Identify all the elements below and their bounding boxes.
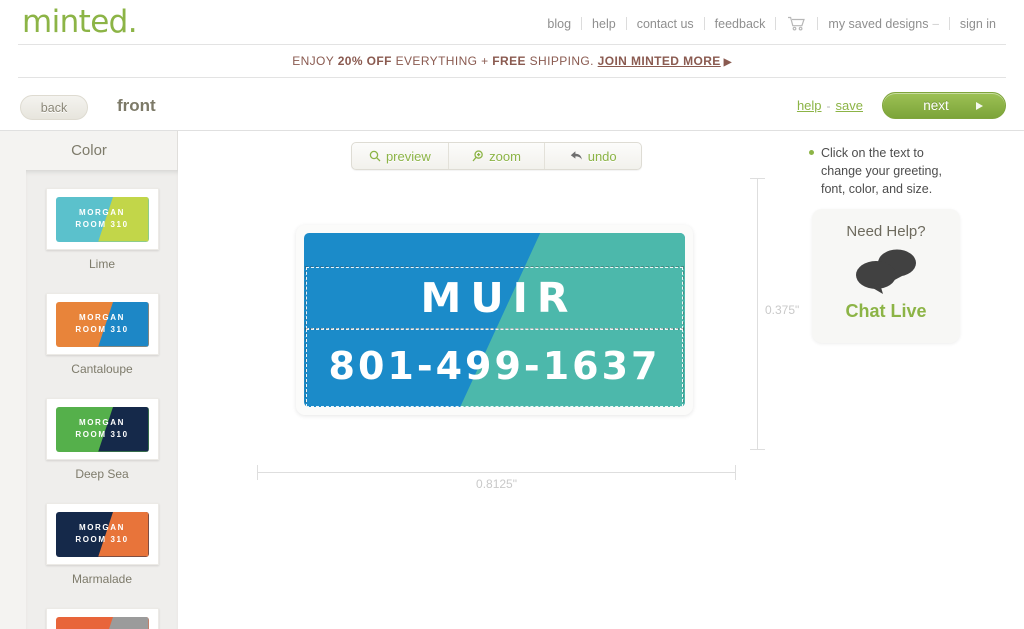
card-phone-text: 801-499-1637	[328, 344, 661, 388]
color-swatch-cantaloupe[interactable]: MORGAN ROOM 310 Cantaloupe	[26, 271, 178, 376]
my-saved-designs-label: my saved designs	[828, 16, 929, 31]
preview-button[interactable]: preview	[352, 143, 449, 169]
swatch-sample-text: MORGAN ROOM 310	[56, 302, 149, 347]
swatch-thumbnail[interactable]: MORGAN ROOM 310	[45, 188, 159, 250]
height-dimension-line	[750, 178, 765, 450]
editor-toolbar: back front help - save next	[0, 78, 1024, 130]
card-name-textbox[interactable]: MUIR	[305, 266, 684, 330]
swatch-sample-line-2: ROOM 310	[75, 220, 129, 229]
swatch-name-label: Marmalade	[71, 572, 133, 586]
undo-arrow-icon	[570, 150, 583, 162]
promo-prefix: ENJOY	[292, 54, 338, 68]
hint-text-3: font, color, and size.	[821, 182, 933, 196]
swatch-sample-line-2: ROOM 310	[75, 430, 129, 439]
current-side-label: front	[117, 96, 156, 115]
undo-label: undo	[587, 148, 617, 164]
swatch-sample-text: MORGAN ROOM 310	[56, 407, 149, 452]
arrow-right-icon	[976, 101, 983, 110]
top-bar: minted. blog help contact us feedback my…	[0, 0, 1024, 45]
height-dimension-label: 0.375"	[765, 303, 800, 317]
swatch-sample-line-2: ROOM 310	[75, 325, 129, 334]
hint-line: Click on the text to	[809, 144, 1009, 162]
promo-suffix: SHIPPING.	[525, 54, 598, 68]
promo-text: ENJOY 20% OFF EVERYTHING + FREE SHIPPING…	[292, 54, 732, 68]
need-help-title: Need Help?	[846, 223, 926, 240]
nav-link-sign-in[interactable]: sign in	[950, 17, 1006, 31]
preview-label: preview	[385, 148, 431, 164]
swatch-thumbnail[interactable]: MORGAN ROOM 310	[45, 398, 159, 460]
card-phone-textbox[interactable]: 801-499-1637	[305, 328, 684, 407]
swatch-sample-text: MORGAN ROOM 310	[56, 197, 149, 242]
toolbar-actions: help - save next	[792, 92, 1006, 119]
card-name-text: MUIR	[420, 274, 578, 322]
swatch-name-label: Deep Sea	[75, 467, 129, 481]
color-swatch-list[interactable]: MORGAN ROOM 310 Lime MORGAN ROOM 310 Cantalou…	[26, 170, 178, 629]
hint-text-2: change your greeting,	[821, 164, 942, 178]
swatch-sample-text: MORGAN ROOM 310	[56, 512, 149, 557]
promo-banner: ENJOY 20% OFF EVERYTHING + FREE SHIPPING…	[0, 45, 1024, 77]
swatch-preview: MORGAN ROOM 310	[55, 511, 149, 557]
nav-link-my-saved-designs[interactable]: my saved designs ─	[818, 17, 948, 31]
hint-text-1: Click on the text to	[821, 146, 924, 160]
promo-arrow-icon: ▶	[723, 57, 732, 68]
design-canvas: preview zoom undo MUIR 801-499-1637 0.37…	[179, 131, 1024, 629]
chat-help-box[interactable]: Need Help? Chat Live	[812, 209, 960, 343]
swatch-preview: MORGAN ROOM 310	[55, 406, 149, 452]
promo-join-link[interactable]: JOIN MINTED MORE	[598, 54, 721, 68]
nav-link-contact-us[interactable]: contact us	[627, 17, 704, 31]
swatch-preview: MORGAN ROOM 310	[55, 301, 149, 347]
zoom-button[interactable]: zoom	[449, 143, 546, 169]
color-swatch-marmalade[interactable]: MORGAN ROOM 310 Marmalade	[26, 481, 178, 586]
next-button-label: next	[923, 98, 949, 113]
undo-button[interactable]: undo	[545, 143, 641, 169]
bullet-icon	[809, 150, 814, 155]
swatch-preview: MORGANROOM 310	[55, 616, 149, 629]
swatch-sample-line-2: ROOM 310	[75, 535, 129, 544]
search-icon	[369, 150, 381, 162]
promo-bold-free: FREE	[492, 54, 526, 68]
swatch-sample-line-1: MORGAN	[78, 418, 126, 427]
promo-mid: EVERYTHING +	[391, 54, 493, 68]
swatch-sample-line-1: MORGAN	[78, 208, 126, 217]
chevron-down-icon: ─	[932, 19, 939, 30]
minted-logo[interactable]: minted.	[22, 4, 138, 40]
swatch-preview: MORGAN ROOM 310	[55, 196, 149, 242]
chat-live-button[interactable]: Chat Live	[845, 301, 926, 322]
instruction-hints: Click on the text to change your greetin…	[809, 144, 1009, 198]
swatch-sample-text: MORGANROOM 310	[56, 617, 149, 629]
color-sidebar: Color MORGAN ROOM 310 Lime MORGAN ROOM 310 Ca…	[0, 131, 178, 629]
swatch-thumbnail[interactable]: MORGANROOM 310	[45, 608, 159, 629]
nav-link-feedback[interactable]: feedback	[705, 17, 776, 31]
width-dimension-label: 0.8125"	[476, 477, 517, 491]
swatch-name-label: Lime	[88, 257, 115, 271]
swatch-thumbnail[interactable]: MORGAN ROOM 310	[45, 503, 159, 565]
business-card[interactable]: MUIR 801-499-1637	[304, 233, 685, 407]
zoom-in-icon	[472, 150, 484, 162]
nav-link-help[interactable]: help	[582, 17, 626, 31]
card-preview-frame: MUIR 801-499-1637	[296, 225, 693, 415]
swatch-sample-line-1: MORGAN	[78, 313, 126, 322]
hint-line: change your greeting,	[809, 162, 1009, 180]
color-swatch-deep-sea[interactable]: MORGAN ROOM 310 Deep Sea	[26, 376, 178, 481]
width-dimension-line	[257, 465, 736, 480]
promo-bold-discount: 20% OFF	[337, 54, 392, 68]
swatch-thumbnail[interactable]: MORGAN ROOM 310	[45, 293, 159, 355]
sidebar-title: Color	[71, 142, 107, 159]
save-link[interactable]: save	[831, 98, 868, 113]
next-button[interactable]: next	[882, 92, 1006, 119]
color-swatch-lime[interactable]: MORGAN ROOM 310 Lime	[26, 170, 178, 271]
swatch-sample-line-1: MORGAN	[78, 523, 126, 532]
back-button[interactable]: back	[20, 95, 88, 120]
hint-line: font, color, and size.	[809, 180, 1009, 198]
canvas-tools: preview zoom undo	[351, 142, 642, 170]
cart-icon[interactable]	[776, 16, 817, 31]
help-link[interactable]: help	[792, 98, 827, 113]
nav-link-blog[interactable]: blog	[537, 17, 581, 31]
zoom-label: zoom	[489, 148, 521, 164]
speech-bubbles-icon	[849, 246, 923, 299]
top-navigation: blog help contact us feedback my saved d…	[537, 16, 1006, 31]
swatch-name-label: Cantaloupe	[71, 362, 133, 376]
color-swatch-item-5[interactable]: MORGANROOM 310	[26, 586, 178, 629]
